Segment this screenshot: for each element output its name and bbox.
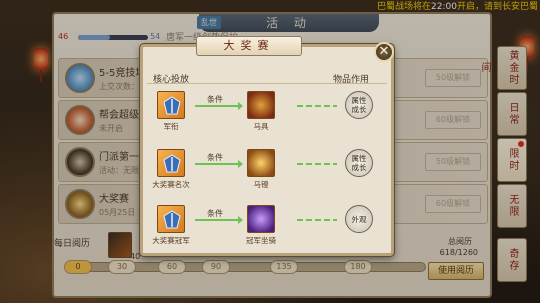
badge-icon	[163, 210, 181, 229]
condition-label: 条件	[207, 95, 223, 104]
saddle-icon[interactable]	[247, 91, 275, 119]
core-source-label: 大奖赛名次	[152, 180, 190, 189]
badge-icon	[163, 96, 181, 115]
stirrup-icon[interactable]	[247, 149, 275, 177]
grand-prix-modal: 核心投放 物品作用 军衔 条件 马具 属性 成长 大奖赛名次 条件 马镫 属性 …	[140, 44, 394, 256]
effect-badge: 属性 成长	[345, 149, 373, 177]
effect-line: 属性	[351, 96, 367, 105]
item-label: 冠军坐骑	[246, 236, 276, 245]
reward-row: 军衔 条件 马具 属性 成长	[147, 91, 387, 141]
core-source-icon[interactable]	[157, 149, 185, 177]
core-source-label: 大奖赛冠军	[152, 236, 190, 245]
core-source-icon[interactable]	[157, 91, 185, 119]
arrow-icon	[195, 160, 243, 168]
effect-line: 成长	[351, 163, 367, 172]
effect-badge: 属性 成长	[345, 91, 373, 119]
arrow-icon	[195, 102, 243, 110]
effect-line: 属性	[351, 154, 367, 163]
reward-row: 大奖赛名次 条件 马镫 属性 成长	[147, 149, 387, 199]
effect-badge: 外观	[345, 205, 373, 233]
reward-row: 大奖赛冠军 条件 冠军坐骑 外观	[147, 205, 387, 255]
condition-label: 条件	[207, 153, 223, 162]
badge-icon	[163, 154, 181, 173]
effect-line: 成长	[351, 105, 367, 114]
condition-label: 条件	[207, 209, 223, 218]
core-source-label: 军衔	[163, 122, 179, 131]
modal-title: 大奖赛	[196, 36, 302, 56]
close-button[interactable]: ✕	[374, 42, 394, 62]
dashed-arrow-icon	[297, 163, 337, 165]
effect-line: 外观	[351, 214, 367, 224]
header-divider	[147, 83, 387, 84]
dashed-arrow-icon	[297, 219, 337, 221]
arrow-icon	[195, 216, 243, 224]
champion-mount-icon[interactable]	[247, 205, 275, 233]
item-label: 马具	[253, 122, 269, 131]
item-label: 马镫	[253, 180, 269, 189]
core-source-icon[interactable]	[157, 205, 185, 233]
dashed-arrow-icon	[297, 105, 337, 107]
